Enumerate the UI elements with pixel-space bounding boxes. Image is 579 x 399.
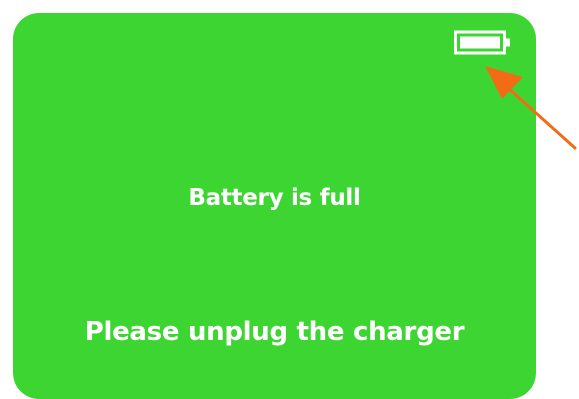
unplug-charger-message: Please unplug the charger — [84, 317, 465, 347]
battery-full-icon — [454, 30, 510, 55]
arrow-pointer-icon — [485, 66, 577, 150]
battery-full-message: Battery is full — [188, 185, 361, 211]
